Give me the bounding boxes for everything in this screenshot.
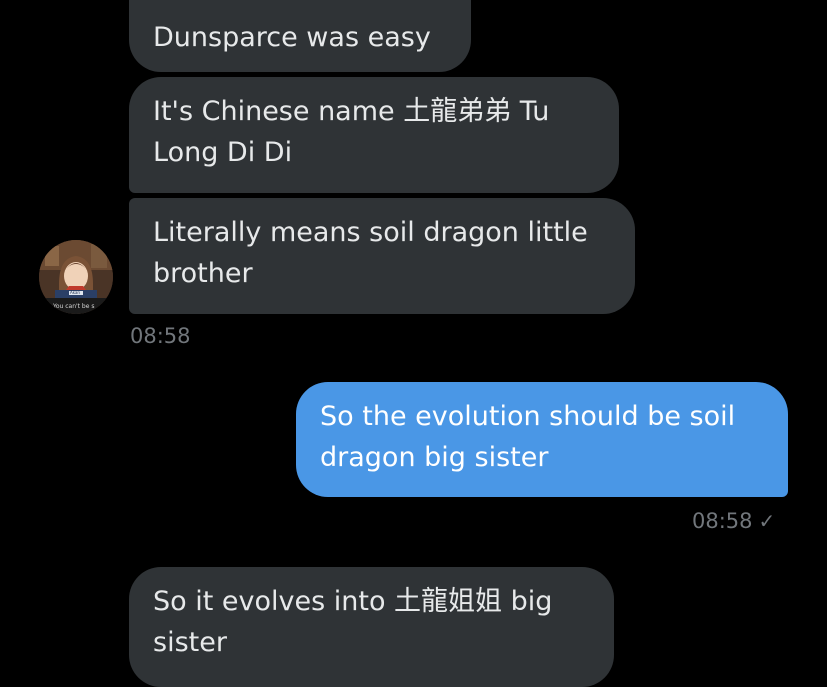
sender-avatar[interactable]: Akari You can't be s bbox=[39, 240, 113, 314]
incoming-message[interactable]: Dunsparce was easy bbox=[129, 0, 471, 72]
incoming-message[interactable]: Literally means soil dragon little broth… bbox=[129, 198, 635, 314]
checkmark-icon: ✓ bbox=[758, 509, 776, 533]
message-timestamp: 08:58 bbox=[130, 324, 191, 348]
incoming-message[interactable]: It's Chinese name 土龍弟弟 Tu Long Di Di bbox=[129, 77, 619, 193]
sent-time: 08:58 bbox=[692, 509, 753, 533]
message-text: So the evolution should be soil dragon b… bbox=[320, 401, 736, 473]
avatar-caption: Akari bbox=[70, 290, 81, 295]
message-text: Literally means soil dragon little broth… bbox=[153, 217, 588, 289]
incoming-message[interactable]: So it evolves into 土龍姐姐 big sister bbox=[129, 567, 614, 687]
outgoing-message[interactable]: So the evolution should be soil dragon b… bbox=[296, 382, 788, 497]
avatar-subtitle: You can't be s bbox=[53, 303, 95, 310]
message-text: It's Chinese name 土龍弟弟 Tu Long Di Di bbox=[153, 96, 550, 168]
message-text: So it evolves into 土龍姐姐 big sister bbox=[153, 586, 553, 658]
sent-timestamp: 08:58 ✓ bbox=[692, 508, 775, 534]
message-text: Dunsparce was easy bbox=[153, 22, 431, 53]
